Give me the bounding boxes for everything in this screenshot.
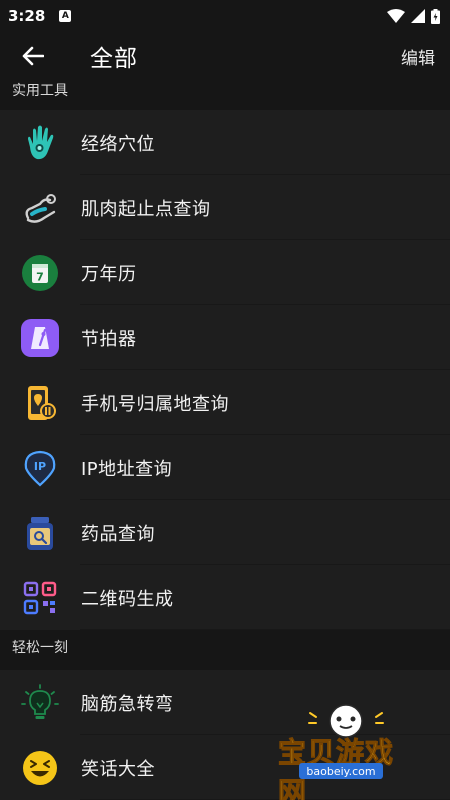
list-item-acupoint[interactable]: 经络穴位	[0, 110, 450, 175]
arm-muscle-icon	[20, 188, 60, 228]
list-item-label: IP地址查询	[81, 458, 173, 480]
list-item-muscle[interactable]: 肌肉起止点查询	[0, 175, 450, 240]
list-item-label: 二维码生成	[81, 588, 174, 610]
medicine-jar-icon	[20, 513, 60, 553]
ip-icon-text: IP	[34, 460, 46, 473]
status-bar: 3:28 A	[0, 0, 450, 32]
list-item-label: 肌肉起止点查询	[81, 198, 211, 220]
back-button[interactable]	[0, 32, 64, 80]
app-toolbar: 全部 编辑	[0, 32, 450, 80]
list-item-label: 节拍器	[81, 328, 137, 350]
calendar-icon: 7	[20, 253, 60, 293]
list-item-calendar[interactable]: 7 万年历	[0, 240, 450, 305]
list-item-label: 笑话大全	[81, 758, 155, 780]
section-header-tools: 实用工具	[0, 75, 450, 105]
edit-button[interactable]: 编辑	[401, 44, 435, 69]
lightbulb-icon	[20, 683, 60, 723]
list-item-label: 脑筋急转弯	[81, 693, 174, 715]
hand-acupoint-icon	[20, 123, 60, 163]
notification-badge-text: A	[61, 11, 69, 21]
page-title: 全部	[90, 46, 138, 72]
status-icons	[387, 8, 440, 24]
list-item-phone-location[interactable]: 手机号归属地查询	[0, 370, 450, 435]
battery-icon	[431, 8, 440, 24]
list-item-label: 经络穴位	[81, 133, 155, 155]
list-item-qrcode[interactable]: 二维码生成	[0, 565, 450, 630]
list-item-ip[interactable]: IP IP地址查询	[0, 435, 450, 500]
calendar-day-text: 7	[36, 270, 44, 283]
back-arrow-icon	[22, 46, 44, 66]
list-item-label: 药品查询	[81, 523, 155, 545]
wifi-icon	[387, 9, 405, 23]
list-item-medicine[interactable]: 药品查询	[0, 500, 450, 565]
ip-location-icon: IP	[20, 448, 60, 488]
metronome-icon	[20, 318, 60, 358]
notification-icon: A	[59, 10, 72, 22]
watermark-url: baobeiy.com	[299, 763, 383, 779]
tools-list: 经络穴位 肌肉起止点查询 7 万年历 节拍器 手机号归属地查询 IP IP地址查…	[0, 110, 450, 630]
qr-code-icon	[20, 578, 60, 618]
watermark-logo: 宝贝游戏网 baobeiy.com	[272, 703, 420, 800]
status-time: 3:28	[8, 7, 46, 25]
list-item-label: 万年历	[81, 263, 137, 285]
phone-location-icon	[20, 383, 60, 423]
signal-icon	[411, 9, 425, 23]
laughing-face-icon	[20, 748, 60, 788]
list-item-metronome[interactable]: 节拍器	[0, 305, 450, 370]
section-header-fun: 轻松一刻	[0, 632, 450, 662]
list-item-label: 手机号归属地查询	[81, 393, 229, 415]
